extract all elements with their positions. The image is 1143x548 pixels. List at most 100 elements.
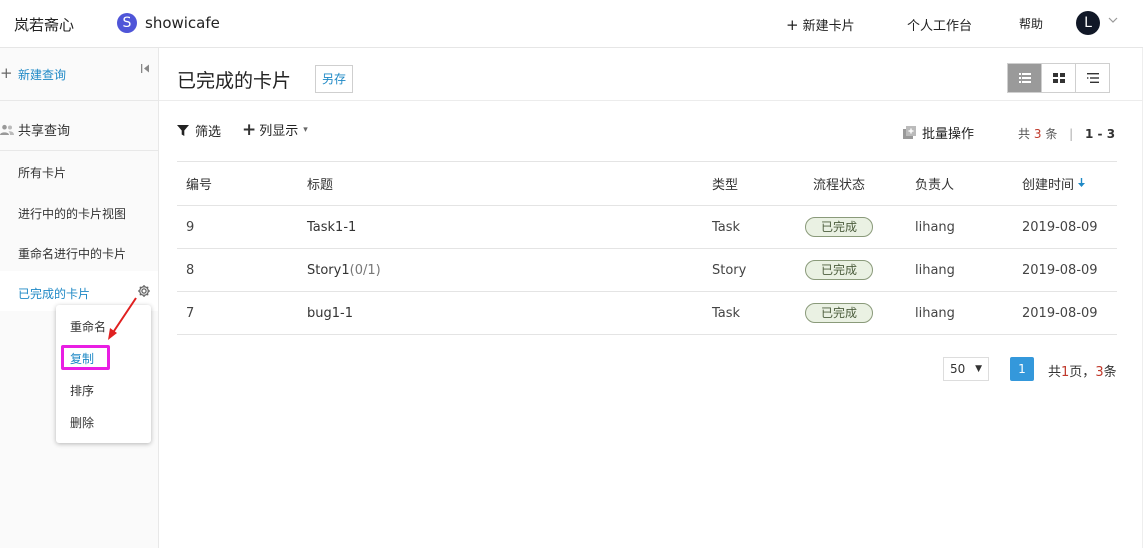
card-progress: (0/1): [349, 262, 381, 278]
workbench-link[interactable]: 个人工作台: [907, 15, 972, 34]
save-as-button[interactable]: 另存: [315, 65, 353, 93]
new-query-button[interactable]: + 新建查询: [0, 64, 158, 84]
tree-view-icon: [1086, 73, 1099, 83]
cell-created: 2019-08-09: [1022, 305, 1098, 321]
cell-status: 已完成: [805, 206, 873, 248]
bulk-actions-label: 批量操作: [922, 127, 975, 142]
summary-total: 3: [1095, 365, 1104, 380]
project-badge: S: [117, 13, 137, 33]
column-display-label: 列显示: [259, 124, 299, 139]
plus-icon: +: [786, 16, 799, 34]
project-switcher[interactable]: S showicafe: [117, 13, 220, 33]
cell-status: 已完成: [805, 249, 873, 291]
sidebar-item-renamed-in-progress[interactable]: 重命名进行中的卡片: [18, 245, 126, 262]
table-row[interactable]: 8 Story1 (0/1) Story 已完成 lihang 2019-08-0…: [177, 249, 1117, 292]
column-display-button[interactable]: + 列显示 ▾: [242, 120, 308, 139]
new-card-label: 新建卡片: [802, 19, 855, 34]
card-title-link[interactable]: bug1-1: [307, 306, 353, 321]
cell-type: Story: [712, 262, 747, 278]
page-size-value: 50: [950, 362, 966, 376]
cell-created: 2019-08-09: [1022, 219, 1098, 235]
sidebar-item-in-progress-view[interactable]: 进行中的的卡片视图: [18, 205, 126, 222]
header-owner[interactable]: 负责人: [915, 162, 954, 205]
cards-table: 编号 标题 类型 流程状态 负责人 创建时间 9 Task1-1 Task 已完…: [177, 162, 1117, 335]
header-created[interactable]: 创建时间: [1022, 162, 1086, 205]
count-suffix: 条: [1045, 127, 1058, 141]
cell-owner: lihang: [915, 262, 955, 278]
page-size-select[interactable]: 50 ▼: [943, 357, 989, 381]
chevron-down-icon[interactable]: [1107, 14, 1119, 29]
card-title-link[interactable]: Story1: [307, 263, 350, 278]
summary-suffix: 条: [1103, 365, 1117, 380]
record-count: 共 3 条 | 1 - 3: [1018, 125, 1115, 142]
bulk-actions-button[interactable]: 批量操作: [903, 123, 974, 142]
cell-status: 已完成: [805, 292, 873, 334]
sidebar-item-completed[interactable]: 已完成的卡片: [18, 285, 90, 302]
new-card-button[interactable]: + 新建卡片: [786, 15, 855, 34]
table-header: 编号 标题 类型 流程状态 负责人 创建时间: [177, 162, 1117, 206]
bulk-icon: [903, 126, 916, 139]
gear-icon[interactable]: [137, 284, 151, 298]
sort-down-icon[interactable]: [1078, 177, 1086, 190]
cell-owner: lihang: [915, 219, 955, 235]
caret-down-icon: ▼: [975, 364, 982, 374]
cell-created: 2019-08-09: [1022, 262, 1098, 278]
shared-queries-label: 共享查询: [18, 124, 71, 139]
card-title-link[interactable]: Task1-1: [307, 220, 356, 235]
plus-icon: +: [242, 119, 257, 140]
cell-title: Task1-1: [307, 206, 356, 248]
users-icon: [0, 124, 14, 135]
page-title: 已完成的卡片: [177, 70, 292, 92]
table-row[interactable]: 7 bug1-1 Task 已完成 lihang 2019-08-09: [177, 292, 1117, 335]
status-badge: 已完成: [805, 217, 873, 237]
menu-item-rename[interactable]: 重命名: [70, 318, 106, 335]
cell-id: 8: [186, 262, 195, 278]
menu-item-delete[interactable]: 删除: [70, 414, 94, 431]
brand-name[interactable]: 岚若斋心: [14, 14, 74, 35]
header-type[interactable]: 类型: [712, 162, 738, 205]
count-separator: |: [1069, 127, 1074, 141]
caret-down-icon: ▾: [303, 124, 308, 135]
cell-owner: lihang: [915, 305, 955, 321]
status-badge: 已完成: [805, 303, 873, 323]
sidebar-item-all-cards[interactable]: 所有卡片: [18, 164, 66, 181]
menu-item-sort[interactable]: 排序: [70, 382, 94, 399]
header-title[interactable]: 标题: [307, 162, 333, 205]
cell-type: Task: [712, 305, 741, 321]
top-nav: 岚若斋心 S showicafe + 新建卡片 个人工作台 帮助 L: [0, 0, 1143, 48]
cell-title: Story1 (0/1): [307, 249, 381, 291]
cell-title: bug1-1: [307, 292, 353, 334]
summary-prefix: 共: [1048, 365, 1062, 380]
header-status[interactable]: 流程状态: [805, 162, 873, 205]
summary-mid: 页，: [1069, 365, 1096, 380]
list-view-button[interactable]: [1008, 64, 1042, 92]
table-row[interactable]: 9 Task1-1 Task 已完成 lihang 2019-08-09: [177, 206, 1117, 249]
status-badge: 已完成: [805, 260, 873, 280]
header-divider: [159, 100, 1143, 101]
count-range: 1 - 3: [1085, 127, 1116, 141]
cell-id: 7: [186, 305, 195, 321]
pagination-summary: 共1页，3条: [1048, 361, 1117, 380]
filter-icon: [177, 124, 189, 136]
filter-button[interactable]: 筛选: [177, 121, 221, 140]
context-menu: 重命名 复制 排序 删除: [56, 305, 151, 443]
sidebar-divider: [0, 100, 158, 101]
count-prefix: 共: [1018, 127, 1031, 141]
view-toggle: [1007, 63, 1110, 93]
new-query-label: 新建查询: [18, 68, 67, 82]
page-button-current[interactable]: 1: [1010, 357, 1034, 381]
filter-label: 筛选: [195, 125, 222, 140]
header-created-label: 创建时间: [1022, 178, 1075, 193]
plus-icon: +: [0, 64, 13, 82]
sidebar-divider: [0, 150, 158, 151]
avatar[interactable]: L: [1076, 11, 1100, 35]
help-link[interactable]: 帮助: [1019, 15, 1043, 32]
tree-view-button[interactable]: [1076, 64, 1109, 92]
list-view-icon: [1018, 73, 1031, 83]
grid-view-button[interactable]: [1042, 64, 1076, 92]
collapse-left-icon[interactable]: [140, 63, 151, 77]
header-id[interactable]: 编号: [186, 162, 212, 205]
count-value: 3: [1033, 127, 1042, 141]
menu-item-copy[interactable]: 复制: [70, 350, 94, 367]
sidebar: + 新建查询 共享查询 所有卡片 进行中的的卡片视图 重命名进行中的卡片 已完成…: [0, 48, 159, 548]
